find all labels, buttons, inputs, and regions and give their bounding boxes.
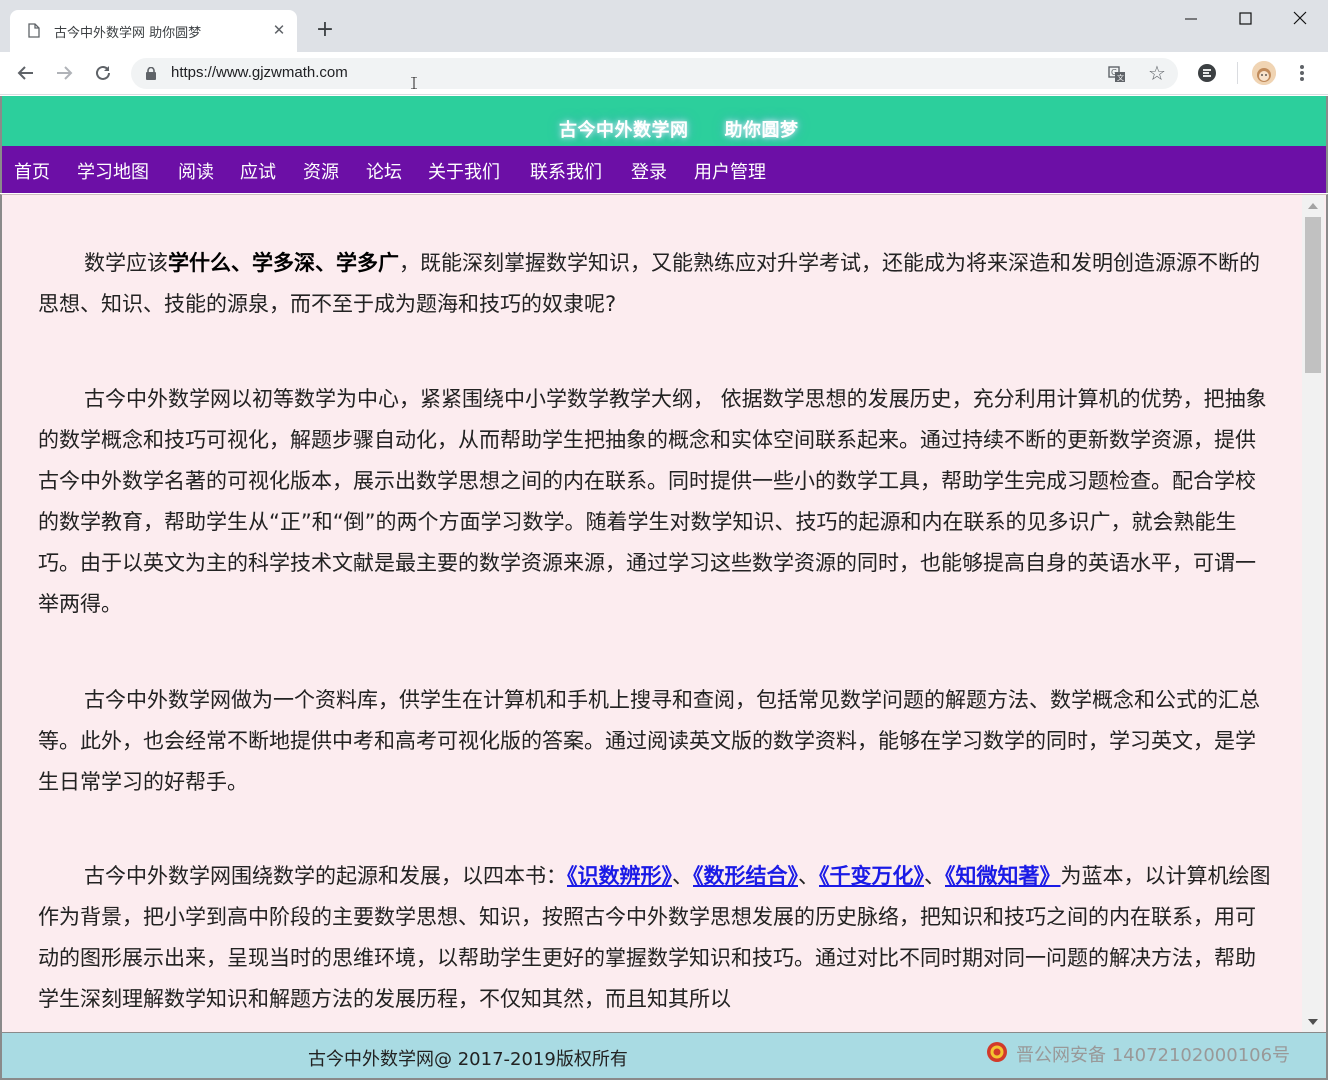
nav-login[interactable]: 登录 xyxy=(631,158,667,184)
tab-title: 古今中外数学网 助你圆梦 xyxy=(54,26,202,41)
svg-text:文: 文 xyxy=(1117,73,1124,82)
site-name: 古今中外数学网 xyxy=(559,120,689,141)
scroll-up-arrow-icon[interactable] xyxy=(1308,203,1318,209)
bookmark-star-icon[interactable]: ☆ xyxy=(1146,62,1168,84)
nav-home[interactable]: 首页 xyxy=(14,158,50,184)
book-separator: 、 xyxy=(798,864,819,888)
kebab-menu-icon[interactable] xyxy=(1294,61,1310,85)
site-title: 古今中外数学网 助你圆梦 xyxy=(559,116,835,142)
database-paragraph: 古今中外数学网做为一个资料库，供学生在计算机和手机上搜寻和查阅，包括常见数学问题… xyxy=(38,688,1260,794)
book-link-zhiwei-zhizhu[interactable]: 《知微知著》 xyxy=(945,864,1061,888)
close-window-icon[interactable] xyxy=(1277,6,1323,32)
profile-avatar[interactable] xyxy=(1252,61,1276,85)
nav-reading[interactable]: 阅读 xyxy=(178,158,214,184)
document-icon xyxy=(28,23,40,38)
browser-tab[interactable]: 古今中外数学网 助你圆梦 ✕ xyxy=(10,10,297,52)
content-scrollbar[interactable] xyxy=(1302,195,1324,1032)
nav-contact-us[interactable]: 联系我们 xyxy=(530,158,602,184)
site-footer: 古今中外数学网@ 2017-2019版权所有 晋公网安备 14072102000… xyxy=(0,1032,1328,1080)
extension-icon[interactable] xyxy=(1196,62,1218,84)
address-bar[interactable]: https://www.gjzwmath.com G文 ☆ xyxy=(131,58,1178,89)
book-separator: 、 xyxy=(672,864,693,888)
minimize-icon[interactable] xyxy=(1168,6,1214,32)
book-link-qianbian-wanhua[interactable]: 《千变万化》 xyxy=(819,864,924,888)
close-tab-icon[interactable]: ✕ xyxy=(270,21,288,39)
new-tab-icon[interactable]: + xyxy=(313,18,337,42)
site-banner: 古今中外数学网 助你圆梦 xyxy=(0,96,1328,146)
site-slogan: 助你圆梦 xyxy=(724,120,799,141)
maximize-icon[interactable] xyxy=(1222,6,1268,32)
arrow-left-icon xyxy=(17,66,33,80)
arrow-right-icon xyxy=(57,66,73,80)
book-link-shuxing-jiehe[interactable]: 《数形结合》 xyxy=(693,864,798,888)
avatar-face-icon xyxy=(1252,61,1276,85)
nav-resources[interactable]: 资源 xyxy=(303,158,339,184)
police-badge-icon xyxy=(987,1042,1007,1062)
url-text[interactable]: https://www.gjzwmath.com xyxy=(171,64,348,81)
p4-text-start: 古今中外数学网围绕数学的起源和发展，以四本书： xyxy=(84,864,567,888)
reload-icon xyxy=(96,65,110,80)
nav-forum[interactable]: 论坛 xyxy=(366,158,402,184)
main-content: 数学应该学什么、学多深、学多广，既能深刻掌握数学知识，又能熟练应对升学考试，还能… xyxy=(0,194,1328,1032)
site-nav: 首页 学习地图 阅读 应试 资源 论坛 关于我们 联系我们 登录 用户管理 xyxy=(0,146,1328,193)
copyright-text: 古今中外数学网@ 2017-2019版权所有 xyxy=(308,1049,628,1070)
reload-button[interactable] xyxy=(89,59,117,87)
books-paragraph: 古今中外数学网围绕数学的起源和发展，以四本书：《识数辨形》、《数形结合》、《千变… xyxy=(38,856,1272,1020)
browser-toolbar: https://www.gjzwmath.com G文 ☆ xyxy=(0,52,1328,95)
nav-user-admin[interactable]: 用户管理 xyxy=(694,158,766,184)
p1-text-start: 数学应该 xyxy=(84,251,168,275)
browser-titlebar: 古今中外数学网 助你圆梦 ✕ + xyxy=(0,0,1328,52)
toolbar-divider xyxy=(1237,62,1238,84)
translate-icon[interactable]: G文 xyxy=(1107,64,1127,84)
lock-icon xyxy=(146,67,156,80)
mission-paragraph: 古今中外数学网以初等数学为中心，紧紧围绕中小学数学教学大纲， 依据数学思想的发展… xyxy=(38,387,1267,616)
scrollbar-thumb[interactable] xyxy=(1305,217,1321,373)
back-button[interactable] xyxy=(12,59,40,87)
nav-study-map[interactable]: 学习地图 xyxy=(77,158,149,184)
nav-exam[interactable]: 应试 xyxy=(240,158,276,184)
nav-about-us[interactable]: 关于我们 xyxy=(428,158,500,184)
p1-emphasis: 学什么、学多深、学多广 xyxy=(168,251,399,275)
scroll-down-arrow-icon[interactable] xyxy=(1308,1019,1318,1025)
book-link-shishu-bianxing[interactable]: 《识数辨形》 xyxy=(567,864,672,888)
text-cursor-icon xyxy=(411,77,417,89)
forward-button[interactable] xyxy=(50,59,78,87)
page-viewport: 古今中外数学网 助你圆梦 首页 学习地图 阅读 应试 资源 论坛 关于我们 联系我… xyxy=(0,96,1328,1080)
book-separator: 、 xyxy=(924,864,945,888)
intro-paragraph: 数学应该学什么、学多深、学多广，既能深刻掌握数学知识，又能熟练应对升学考试，还能… xyxy=(38,243,1272,325)
beian-registration-link[interactable]: 晋公网安备 14072102000106号 xyxy=(1016,1041,1290,1067)
